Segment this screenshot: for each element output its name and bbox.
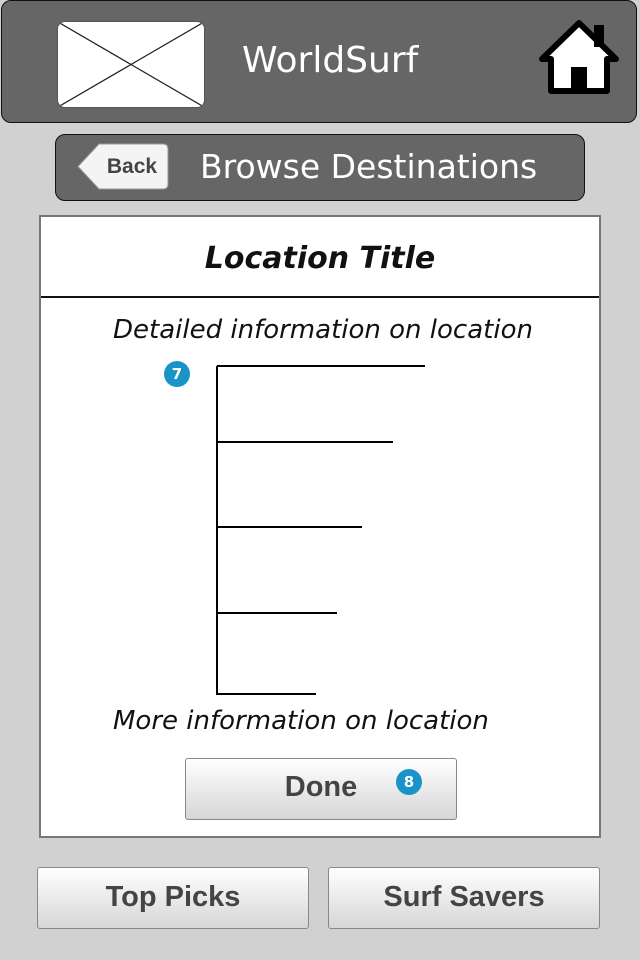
surf-savers-button[interactable]: Surf Savers [328,867,600,929]
info-tree-diagram [216,365,425,695]
location-panel: Location Title Detailed information on l… [39,215,601,838]
page-title: Browse Destinations [200,147,538,186]
detail-text: Detailed information on location [113,315,533,345]
navigation-bar: Back Browse Destinations [55,134,585,201]
more-info-text: More information on location [113,706,489,736]
home-icon [539,20,619,94]
title-divider [41,296,599,298]
logo-placeholder-icon [57,21,205,108]
annotation-marker-7: 7 [164,361,190,387]
top-picks-button[interactable]: Top Picks [37,867,309,929]
annotation-marker-8: 8 [396,769,422,795]
home-button[interactable] [538,17,620,95]
back-button-label: Back [106,155,158,178]
app-header: WorldSurf [1,0,637,123]
location-title: Location Title [204,241,436,276]
back-button[interactable]: Back [77,143,169,190]
app-title: WorldSurf [242,40,419,81]
